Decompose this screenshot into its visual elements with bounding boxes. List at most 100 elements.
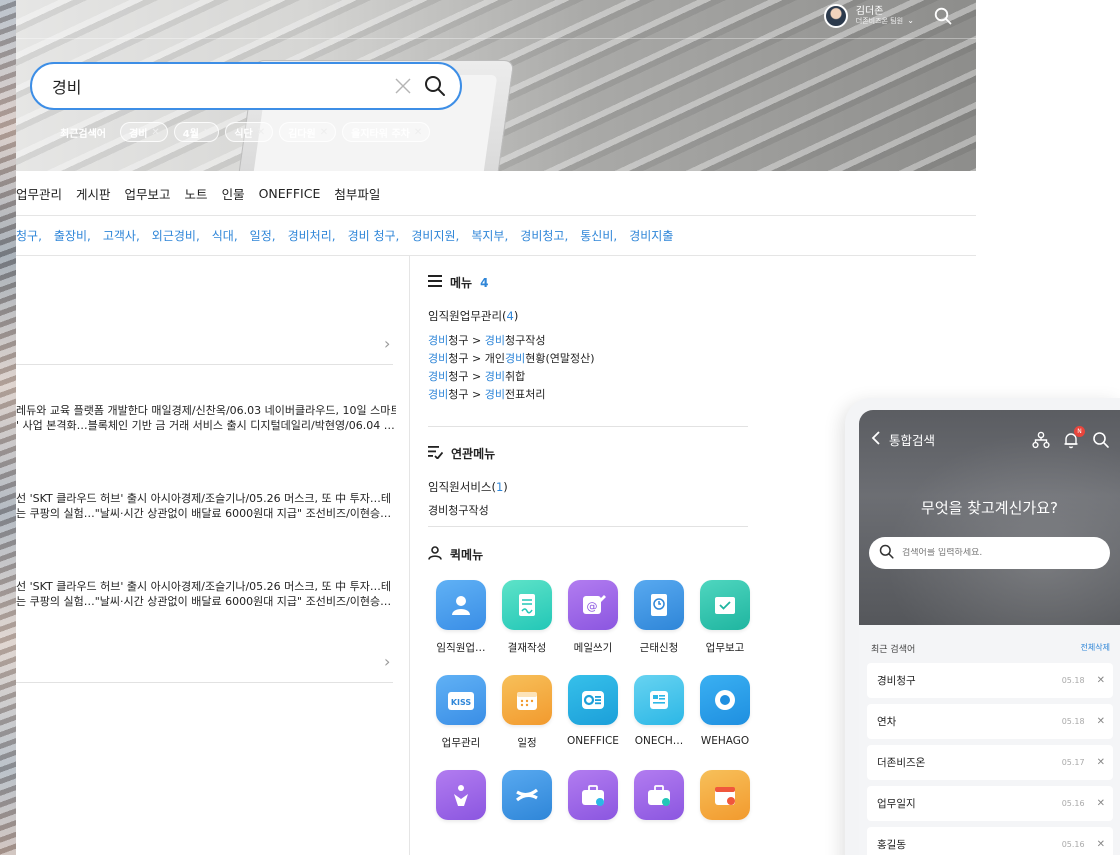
related-menu-title: 연관메뉴 <box>451 447 496 461</box>
related-term[interactable]: 경비처리, <box>288 227 336 244</box>
related-menu-link[interactable]: 경비청구작성 <box>428 502 489 518</box>
tab-note[interactable]: 노트 <box>185 184 222 203</box>
close-icon[interactable]: ✕ <box>151 127 159 138</box>
related-term[interactable]: 경비지출 <box>629 227 673 244</box>
search-input[interactable] <box>52 76 394 96</box>
related-term[interactable]: 일정, <box>250 227 276 244</box>
user-org: 더존비즈온 팀원 ⌄ <box>855 16 914 26</box>
related-term[interactable]: 통신비, <box>580 227 617 244</box>
close-icon[interactable]: ✕ <box>1097 716 1105 727</box>
news-snippet[interactable]: 는 쿠팡의 실험…"날씨·시간 상관없이 배달료 6000원대 지급" 조선비즈… <box>16 505 396 521</box>
quick-menu-label: 임직원업… <box>436 642 486 654</box>
kiss-folder-icon: KISS <box>436 675 486 725</box>
recent-term: 업무일지 <box>877 798 916 810</box>
quick-menu-label: ONECH… <box>634 735 684 747</box>
quick-menu-item[interactable]: ONECH… <box>626 675 692 750</box>
recent-chip[interactable]: 김다원 ✕ <box>279 122 337 142</box>
related-term[interactable]: 식대, <box>212 227 238 244</box>
list-item[interactable]: 경비청구 05.18 ✕ <box>867 663 1113 698</box>
recent-chip[interactable]: 경비 ✕ <box>120 122 168 142</box>
related-term[interactable]: 출장비, <box>54 227 91 244</box>
list-item[interactable]: 업무일지 05.16 ✕ <box>867 786 1113 821</box>
mobile-search-input[interactable] <box>902 548 1082 558</box>
recent-chip[interactable]: 을지타워 주차 ✕ <box>342 122 431 142</box>
quick-menu-item[interactable]: WEHAGO <box>692 675 758 750</box>
menu-group[interactable]: 임직원업무관리(4) <box>428 308 518 324</box>
quick-menu-item[interactable] <box>626 770 692 820</box>
bell-icon[interactable]: N <box>1062 425 1085 449</box>
menu-path-link[interactable]: 경비청구 > 개인경비현황(연말정산) <box>428 350 595 366</box>
tab-people[interactable]: 인물 <box>222 184 259 203</box>
news-snippet[interactable]: 는 쿠팡의 실험…"날씨·시간 상관없이 배달료 6000원대 지급" 조선비즈… <box>16 593 396 609</box>
close-icon[interactable]: ✕ <box>1097 675 1105 686</box>
menu-path-link[interactable]: 경비청구 > 경비청구작성 <box>428 332 545 348</box>
recent-chip[interactable]: 식단 ✕ <box>225 122 274 142</box>
list-item[interactable]: 연차 05.18 ✕ <box>867 704 1113 739</box>
chevron-right-icon[interactable]: › <box>384 652 390 671</box>
quick-menu-item[interactable] <box>692 770 758 820</box>
quick-menu-item[interactable] <box>560 770 626 820</box>
close-icon[interactable]: ✕ <box>1097 757 1105 768</box>
tab-work-report[interactable]: 업무보고 <box>125 184 185 203</box>
menu-path-link[interactable]: 경비청구 > 경비취합 <box>428 368 525 384</box>
recent-date: 05.18 <box>1061 717 1085 726</box>
quick-menu-item[interactable]: 업무보고 <box>692 580 758 655</box>
tab-attachments[interactable]: 첨부파일 <box>334 184 394 203</box>
list-item[interactable]: 홍길동 05.16 ✕ <box>867 827 1113 855</box>
news-snippet[interactable]: ' 사업 본격화…블록체인 기반 금 거래 서비스 출시 디지털데일리/박현영/… <box>16 417 396 433</box>
quick-menu-item[interactable]: 일정 <box>494 675 560 750</box>
quick-menu-item[interactable] <box>494 770 560 820</box>
calendar-clock-icon <box>700 770 750 820</box>
confluence-icon <box>502 770 552 820</box>
quick-menu-item[interactable]: @ 메일쓰기 <box>560 580 626 655</box>
divider <box>16 682 393 683</box>
close-icon[interactable]: ✕ <box>1097 839 1105 850</box>
related-menu-group[interactable]: 임직원서비스(1) <box>428 479 508 495</box>
related-term[interactable]: 경비 청구, <box>348 227 400 244</box>
related-term[interactable]: 경비청고, <box>520 227 568 244</box>
mobile-recent-title: 최근 검색어 <box>871 645 916 655</box>
quick-menu-item[interactable]: 근태신청 <box>626 580 692 655</box>
related-search-terms: 청구, 출장비, 고객사, 외근경비, 식대, 일정, 경비처리, 경비 청구,… <box>16 216 976 256</box>
chevron-right-icon[interactable]: › <box>384 334 390 353</box>
close-icon[interactable]: ✕ <box>320 127 328 138</box>
quick-menu-item[interactable]: 임직원업… <box>428 580 494 655</box>
news-snippet[interactable]: 레듀와 교육 플랫폼 개발한다 매일경제/신찬옥/06.03 네이버클라우드, … <box>16 402 396 418</box>
close-icon[interactable]: ✕ <box>203 127 211 138</box>
divider <box>428 526 748 527</box>
mobile-recent-list: 경비청구 05.18 ✕ 연차 05.18 ✕ 더존비즈온 05.17 ✕ 업무… <box>867 663 1113 855</box>
related-term[interactable]: 고객사, <box>103 227 140 244</box>
menu-path-link[interactable]: 경비청구 > 경비전표처리 <box>428 386 545 402</box>
close-icon[interactable]: ✕ <box>414 127 422 138</box>
close-icon[interactable]: ✕ <box>1097 798 1105 809</box>
user-profile[interactable]: 김더존 더존비즈온 팀원 ⌄ <box>823 4 952 28</box>
recent-chip[interactable]: 4월 ✕ <box>173 122 220 142</box>
related-term[interactable]: 외근경비, <box>152 227 200 244</box>
quick-menu-item[interactable] <box>428 770 494 820</box>
related-term[interactable]: 경비지원, <box>411 227 459 244</box>
quick-menu-item[interactable]: 결재작성 <box>494 580 560 655</box>
news-snippet[interactable]: 선 'SKT 클라우드 허브' 출시 아시아경제/조슬기나/05.26 머스크,… <box>16 578 396 594</box>
back-arrow-icon[interactable] <box>871 430 881 449</box>
search-submit-icon[interactable] <box>424 75 446 97</box>
clear-all-button[interactable]: 전체삭제 <box>1081 642 1110 655</box>
related-term[interactable]: 청구, <box>16 227 42 244</box>
tab-board[interactable]: 게시판 <box>76 184 125 203</box>
news-snippet[interactable]: 선 'SKT 클라우드 허브' 출시 아시아경제/조슬기나/05.26 머스크,… <box>16 490 396 506</box>
recent-term: 더존비즈온 <box>877 757 926 769</box>
tab-oneffice[interactable]: ONEFFICE <box>259 186 335 201</box>
search-icon[interactable] <box>934 7 952 25</box>
quick-menu-header: 퀵메뉴 <box>428 546 483 563</box>
quick-menu-item[interactable]: ONEFFICE <box>560 675 626 750</box>
quick-menu-item[interactable]: KISS 업무관리 <box>428 675 494 750</box>
tab-task-management[interactable]: 업무관리 <box>16 184 76 203</box>
quick-menu-label: ONEFFICE <box>567 735 619 747</box>
related-term[interactable]: 복지부, <box>471 227 508 244</box>
divider <box>428 426 748 427</box>
list-item[interactable]: 더존비즈온 05.17 ✕ <box>867 745 1113 780</box>
close-icon[interactable]: ✕ <box>257 127 265 138</box>
clear-icon[interactable] <box>394 77 412 95</box>
org-chart-icon[interactable] <box>1032 431 1050 449</box>
search-icon[interactable] <box>1092 431 1110 449</box>
search-hero-header: 김더존 더존비즈온 팀원 ⌄ 최근검색어 경비✕ 4월✕ 식단✕ 김다원✕ 을지… <box>16 0 976 171</box>
